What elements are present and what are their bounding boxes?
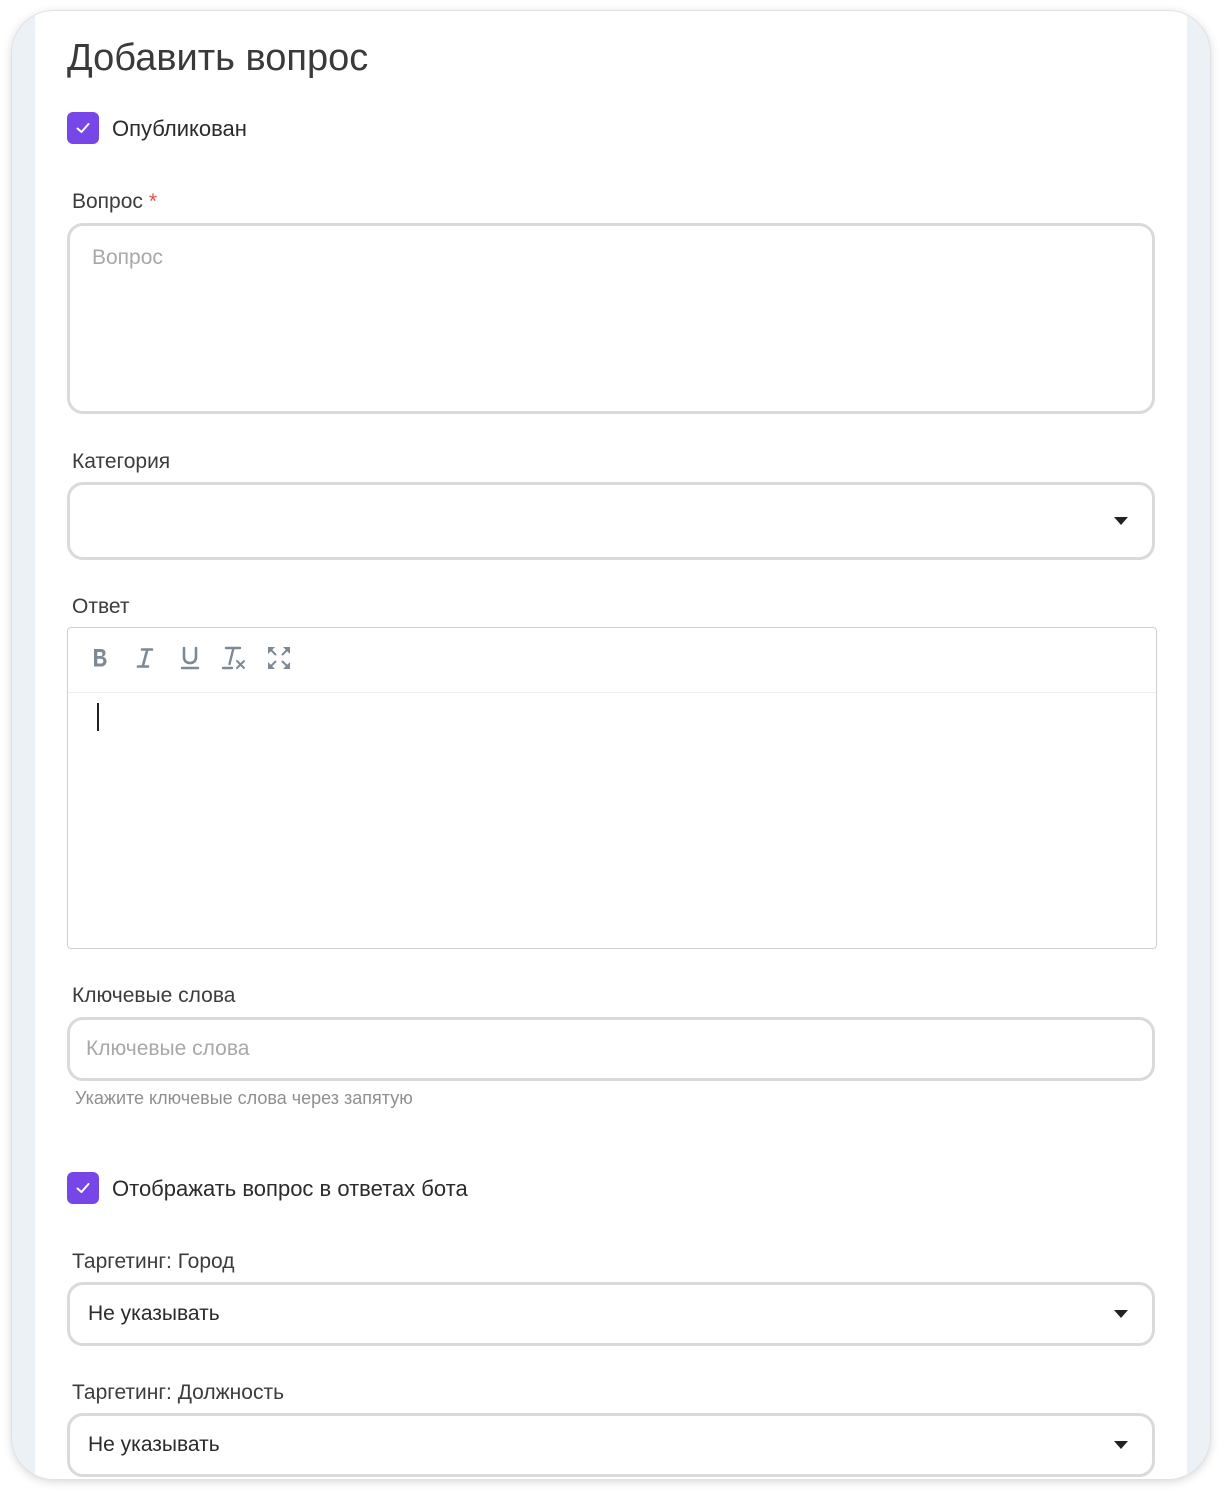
fullscreen-icon [268,647,290,669]
form-panel: Добавить вопрос Опубликован Вопрос* Кате… [35,11,1187,1479]
check-icon [76,1183,90,1193]
show-in-bot-checkbox[interactable] [67,1172,99,1204]
underline-button[interactable] [174,642,206,674]
underline-icon [180,646,200,670]
published-checkbox[interactable] [67,112,99,144]
question-label: Вопрос * [72,189,157,215]
answer-editor[interactable] [67,627,1157,949]
keywords-hint: Укажите ключевые слова через запятую [75,1088,413,1108]
italic-icon [136,648,154,668]
targeting-position-label: Таргетинг: Должность [72,1381,285,1404]
italic-button[interactable] [129,642,161,674]
chevron-down-icon [1114,517,1128,525]
show-in-bot-label: Отображать вопрос в ответах бота [112,1176,468,1201]
question-textarea[interactable] [67,223,1155,414]
required-mark: * [148,190,158,213]
check-icon [76,123,90,133]
bold-icon [94,649,107,667]
targeting-city-value: Не указывать [88,1302,220,1325]
targeting-city-label: Таргетинг: Город [72,1250,235,1273]
fullscreen-button[interactable] [263,642,295,674]
window-frame: Добавить вопрос Опубликован Вопрос* Кате… [12,11,1210,1479]
bold-button[interactable] [84,642,116,674]
clear-format-icon [221,646,245,670]
text-cursor [97,703,99,731]
targeting-position-value: Не указывать [88,1433,220,1456]
keywords-input[interactable] [67,1017,1155,1081]
editor-toolbar [68,628,1156,693]
targeting-position-select[interactable]: Не указывать [67,1413,1155,1477]
page-title: Добавить вопрос [67,37,369,79]
answer-label: Ответ [72,595,130,618]
category-select[interactable] [67,482,1155,560]
chevron-down-icon [1114,1441,1128,1449]
clear-format-button[interactable] [218,642,250,674]
chevron-down-icon [1114,1310,1128,1318]
targeting-city-select[interactable]: Не указывать [67,1282,1155,1346]
category-label: Категория [72,450,171,473]
question-label-text: Вопрос [72,190,143,213]
published-label: Опубликован [112,116,247,141]
keywords-label: Ключевые слова [72,984,236,1007]
